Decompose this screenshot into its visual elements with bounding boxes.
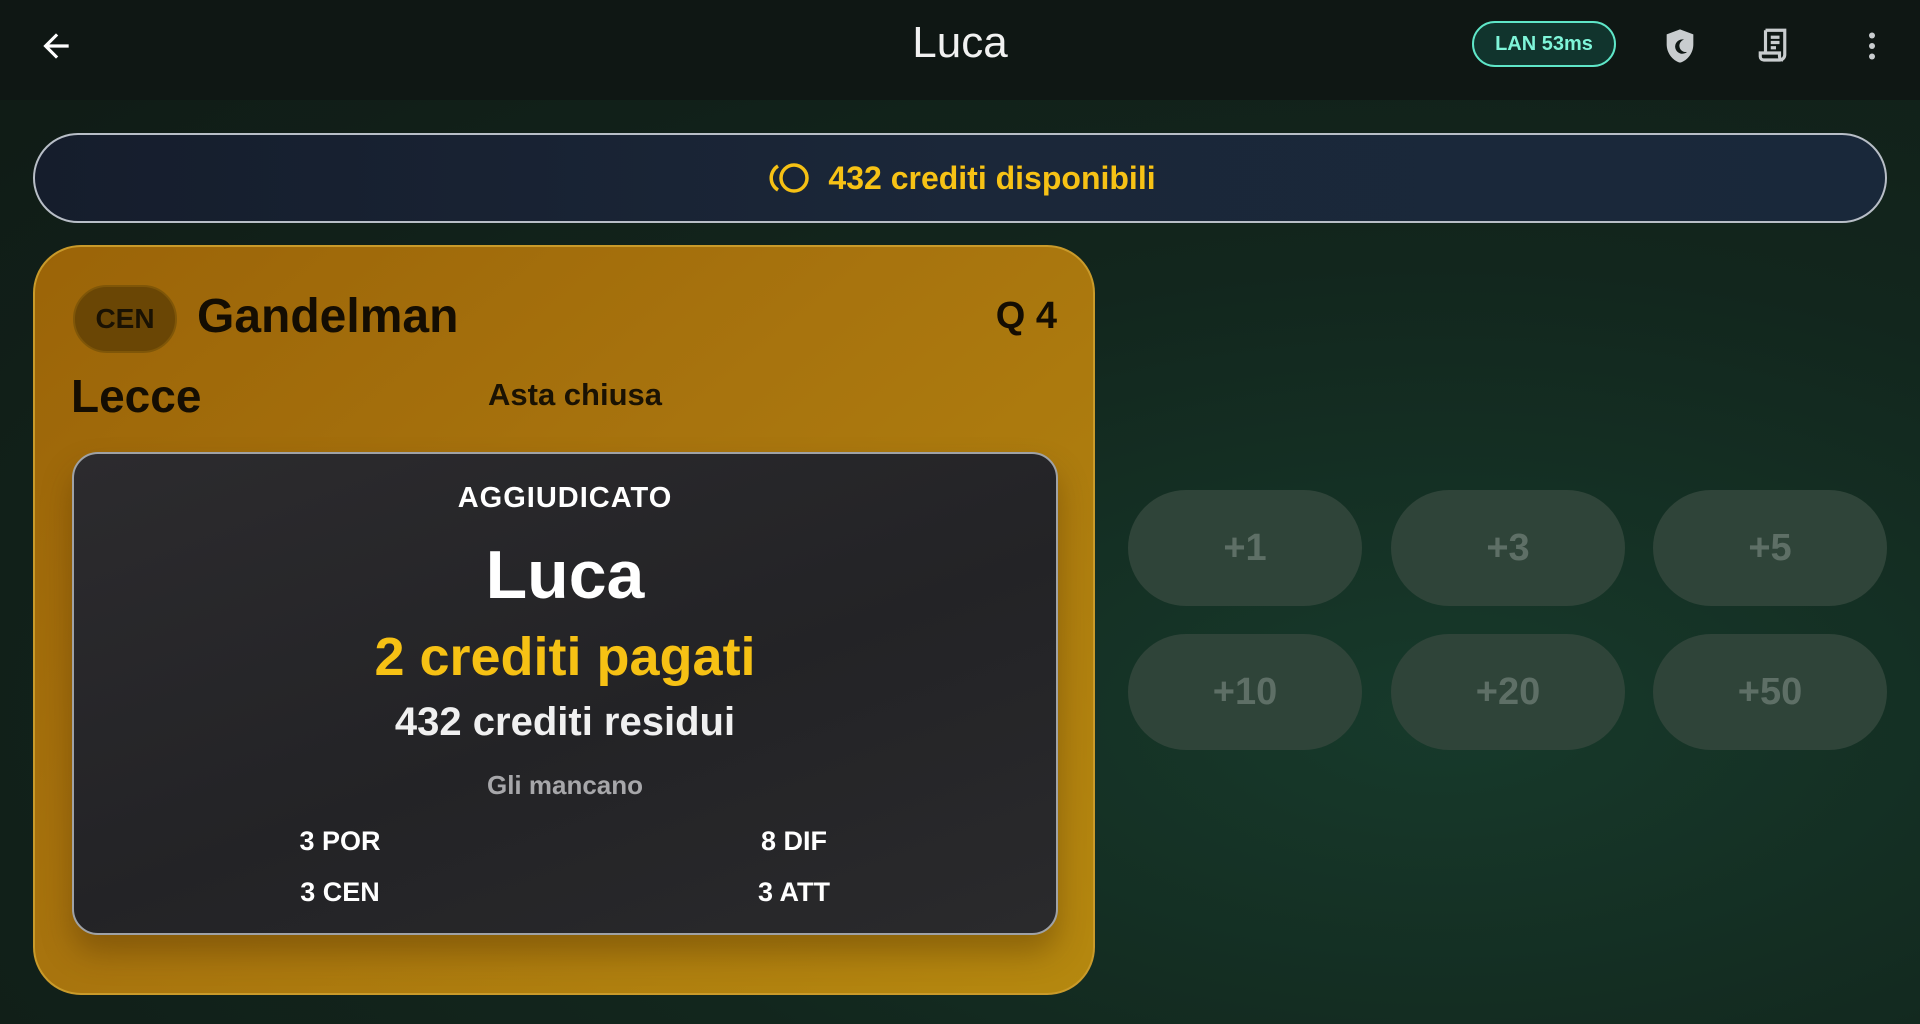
receipt-icon xyxy=(1758,28,1787,62)
bid-plus-10-button[interactable]: +10 xyxy=(1128,634,1362,750)
auction-status: Asta chiusa xyxy=(487,377,663,412)
bid-plus-50-button[interactable]: +50 xyxy=(1653,634,1887,750)
privacy-button[interactable] xyxy=(1654,20,1706,72)
need-att: 3 ATT xyxy=(758,877,830,907)
player-name: Gandelman xyxy=(197,290,459,343)
need-por: 3 POR xyxy=(299,826,381,856)
coins-icon xyxy=(764,160,812,196)
player-card: CEN Gandelman Q 4 Lecce Asta chiusa AGGI… xyxy=(33,245,1095,995)
top-app-bar: Luca LAN 53ms xyxy=(0,0,1920,100)
result-label: AGGIUDICATO xyxy=(457,482,673,514)
connection-badge: LAN 53ms xyxy=(1472,21,1616,67)
bid-plus-1-button[interactable]: +1 xyxy=(1128,490,1362,606)
bid-plus-5-button[interactable]: +5 xyxy=(1653,490,1887,606)
history-button[interactable] xyxy=(1750,20,1802,72)
player-team: Lecce xyxy=(71,370,202,422)
need-cen: 3 CEN xyxy=(300,877,380,907)
winner-name: Luca xyxy=(485,537,645,613)
player-quote: Q 4 xyxy=(995,295,1057,337)
credits-paid: 2 crediti pagati xyxy=(374,627,756,687)
credits-residual: 432 crediti residui xyxy=(394,700,736,744)
missing-label: Gli mancano xyxy=(486,770,644,800)
available-credits-text: 432 crediti disponibili xyxy=(828,159,1156,196)
available-credits-bar: 432 crediti disponibili xyxy=(33,133,1887,223)
auction-result-box: AGGIUDICATO Luca 2 crediti pagati 432 cr… xyxy=(72,452,1058,935)
role-chip: CEN xyxy=(73,285,177,353)
bid-plus-20-button[interactable]: +20 xyxy=(1391,634,1625,750)
more-vertical-icon xyxy=(1869,32,1875,60)
bid-plus-3-button[interactable]: +3 xyxy=(1391,490,1625,606)
shield-moon-icon xyxy=(1666,29,1694,63)
page-title: Luca xyxy=(912,18,1008,67)
more-button[interactable] xyxy=(1846,20,1898,72)
need-dif: 8 DIF xyxy=(760,826,828,856)
